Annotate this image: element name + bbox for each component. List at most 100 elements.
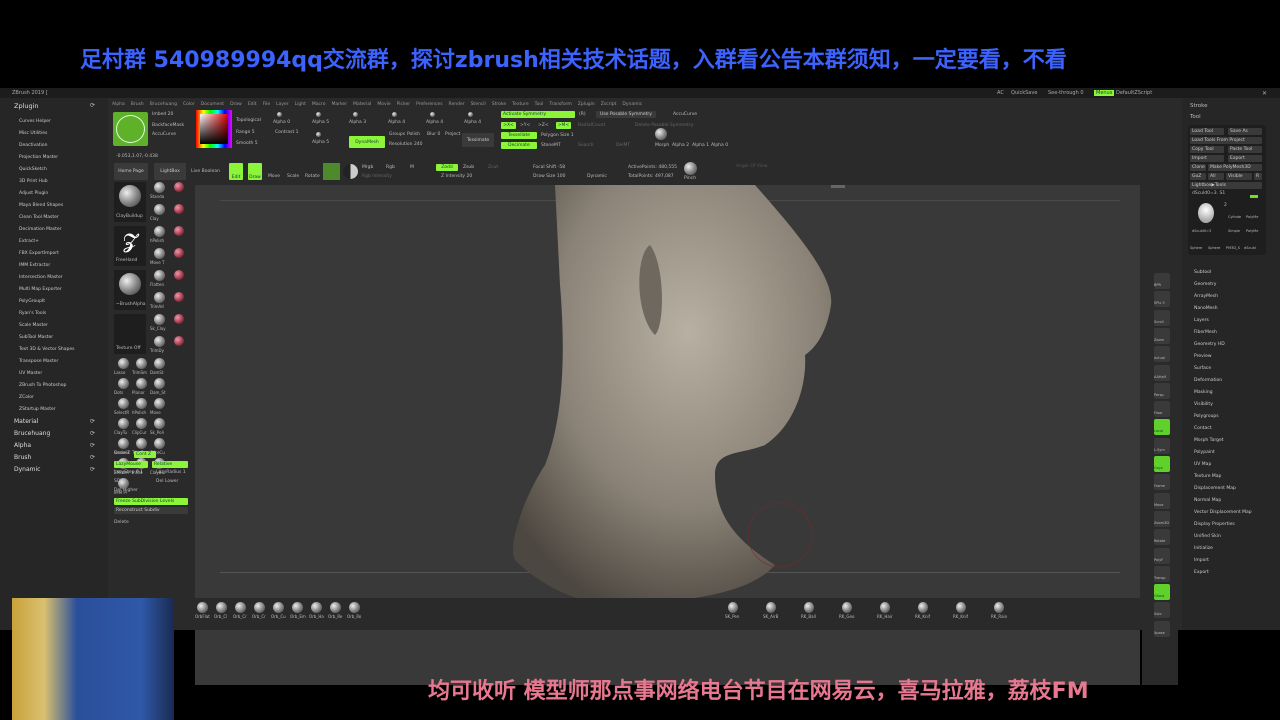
zplugin-header[interactable]: Zplugin (14, 102, 39, 110)
close-icon[interactable]: ✕ (1262, 90, 1267, 97)
tool-subpalette-contact[interactable]: Contact (1194, 426, 1212, 431)
plugin-clean-tool-master[interactable]: Clean Tool Master (19, 215, 59, 220)
range-slider[interactable]: Range 5 (236, 130, 255, 135)
big-texture-slot[interactable]: Texture Off (114, 314, 146, 354)
brush-label[interactable]: Move (150, 410, 161, 415)
brush-clipcur[interactable] (136, 418, 147, 429)
brush-sk-pen[interactable] (728, 602, 738, 613)
alpha-thumb[interactable] (468, 112, 473, 117)
copy-tool-button[interactable]: Copy Tool (1190, 146, 1224, 153)
menu-light[interactable]: Light (295, 102, 306, 107)
alpha-label[interactable]: Alpha 5 (312, 140, 329, 145)
brush-sk-poli[interactable] (154, 418, 165, 429)
shelf-aahalf[interactable]: AAHalf (1154, 364, 1170, 381)
big-stroke-slot[interactable]: 𝓩 FreeHand (114, 226, 146, 266)
sdiv-button[interactable]: SDiv (114, 479, 124, 484)
brush-label[interactable]: TrimAd (150, 304, 164, 309)
morph-ball[interactable] (655, 128, 667, 140)
lazystep-button[interactable]: LazyStep 0.1 (114, 470, 143, 475)
zcut-toggle[interactable]: Zcut (488, 165, 498, 170)
tool-header[interactable]: Tool (1190, 114, 1201, 120)
tool-subpalette-unified-skin[interactable]: Unified Skin (1194, 534, 1221, 539)
shelf-solo[interactable]: Solo (1154, 602, 1170, 619)
brush-label[interactable]: SK_Pen (725, 614, 739, 619)
plugin-zstartup-master[interactable]: ZStartup Master (19, 407, 56, 412)
plugin-deactivation[interactable]: Deactivation (19, 143, 48, 148)
brush-label[interactable]: DamSt (150, 370, 164, 375)
plugin-curves-helper[interactable]: Curves Helper (19, 119, 51, 124)
lightbox-button[interactable]: LightBox (154, 163, 186, 180)
menu-tool[interactable]: Tool (535, 102, 544, 107)
brush-label[interactable]: Orb_Ro (347, 614, 361, 619)
brush-label[interactable]: SK_AirB (763, 614, 778, 619)
brush-orb-cr[interactable] (254, 602, 265, 613)
clone-button[interactable]: Clone (1190, 164, 1206, 171)
live-boolean[interactable]: Live Boolean (191, 169, 220, 174)
brush-label[interactable]: Clay (150, 216, 159, 221)
rgb-toggle[interactable]: Rgb (386, 165, 395, 170)
import-button[interactable]: Import (1190, 155, 1224, 162)
tool-subpalette-masking[interactable]: Masking (1194, 390, 1213, 395)
dynamic-toggle[interactable]: Dynamic (587, 174, 607, 179)
material-icon[interactable] (323, 163, 340, 180)
tool-subpalette-layers[interactable]: Layers (1194, 318, 1209, 323)
z-intensity-slider[interactable]: Z Intensity 20 (441, 174, 472, 179)
alpha-label[interactable]: Alpha 4 (388, 120, 405, 125)
brush-move-t[interactable] (154, 248, 165, 259)
brush-label[interactable]: Orb_Cl (214, 614, 227, 619)
polygon-size-slider[interactable]: Polygon Size 1 (541, 133, 574, 138)
search-button[interactable]: Search (578, 143, 593, 148)
radial-count[interactable]: RadialCount (578, 123, 605, 128)
brush-preview[interactable] (113, 112, 148, 146)
shelf-persp[interactable]: Persp (1154, 382, 1170, 399)
brush-orbflat[interactable] (197, 602, 208, 613)
brush-orb-ro[interactable] (349, 602, 360, 613)
delete-posable-symmetry[interactable]: Delete Posable Symmetry (635, 123, 693, 128)
lazyradius-button[interactable]: LazyRadius 1 (156, 470, 186, 475)
tool-subpalette-normal-map[interactable]: Normal Map (1194, 498, 1221, 503)
plugin-maya-blend-shapes[interactable]: Maya Blend Shapes (19, 203, 63, 208)
tool-subpalette-display-properties[interactable]: Display Properties (1194, 522, 1235, 527)
menu-document[interactable]: Document (201, 102, 224, 107)
menu-transform[interactable]: Transform (549, 102, 571, 107)
goz-button[interactable]: GoZ (1190, 173, 1206, 180)
move-button[interactable]: Move (268, 174, 280, 179)
tool-subpalette-polygroups[interactable]: Polygroups (1194, 414, 1219, 419)
brush-label[interactable]: RK_Hair (877, 614, 893, 619)
brush-label[interactable]: RK_Knif (953, 614, 968, 619)
brush-standa[interactable] (154, 182, 165, 193)
alpha-thumb[interactable] (353, 112, 358, 117)
tessellate-button[interactable]: Tessellate (501, 132, 537, 139)
shelf-scroll[interactable]: Scroll (1154, 309, 1170, 326)
tool-thumb-dsculd[interactable]: dSculd (1244, 246, 1256, 250)
brush-label[interactable]: Orb_Cu (271, 614, 286, 619)
current-tool-thumb[interactable] (1198, 203, 1214, 223)
brush-orb-em[interactable] (292, 602, 303, 613)
zplugin-pin-icon[interactable]: ⟳ (90, 102, 95, 109)
delete-button[interactable]: Delete (114, 520, 129, 525)
dynamesh-button[interactable]: DynaMesh (349, 136, 385, 148)
shelf-polyf[interactable]: PolyF (1154, 547, 1170, 564)
brush-rk-knif[interactable] (918, 602, 928, 613)
menu-macro[interactable]: Macro (312, 102, 326, 107)
draw-button[interactable]: Draw (248, 163, 262, 180)
tool-thumb-sphere[interactable]: Sphere (1208, 246, 1220, 250)
current-tool-slider[interactable]: dSculd0=3. S1 (1192, 191, 1225, 196)
rotate-button[interactable]: Rotate (305, 174, 320, 179)
menus-toggle[interactable]: Menus (1094, 90, 1115, 96)
seethrough-slider[interactable]: See-through 0 (1048, 90, 1084, 96)
brush-label[interactable]: RK_Knif (915, 614, 930, 619)
draw-size-slider[interactable]: Draw Size 100 (533, 174, 565, 179)
mrgb-toggle[interactable]: Mrgb (362, 165, 373, 170)
brush-trimdy[interactable] (154, 336, 165, 347)
brush-label[interactable]: Orb_Cr (252, 614, 266, 619)
menu-zplugin[interactable]: Zplugin (578, 102, 595, 107)
material-swatch[interactable] (174, 204, 184, 214)
reconstruct-button[interactable]: Reconstruct Subdiv (114, 507, 188, 514)
section-brush[interactable]: Brush (14, 454, 31, 461)
brush-label[interactable]: hPolish (150, 238, 164, 243)
backface-mask[interactable]: BackfaceMask (152, 123, 184, 128)
section-brucehuang[interactable]: Brucehuang (14, 430, 50, 437)
use-posable-symmetry[interactable]: Use Posable Symmetry (596, 111, 656, 118)
brush-label[interactable]: Move T (150, 260, 164, 265)
